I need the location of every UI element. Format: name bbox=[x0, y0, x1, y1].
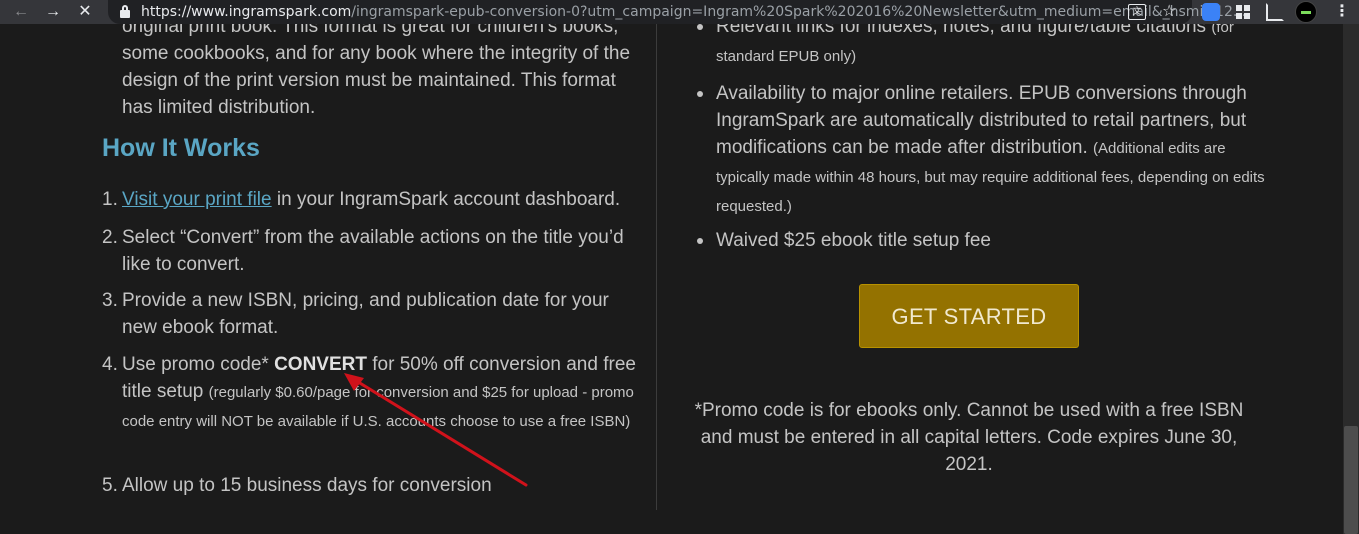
crop-icon[interactable] bbox=[1266, 3, 1284, 21]
apps-grid-icon[interactable] bbox=[1234, 3, 1252, 21]
bullet-icon bbox=[697, 238, 703, 244]
menu-icon[interactable]: ⋮ bbox=[1334, 2, 1350, 22]
annotation-arrow bbox=[344, 373, 528, 487]
address-bar[interactable]: https://www.ingramspark.com/ingramspark-… bbox=[108, 0, 1246, 24]
translate-icon[interactable]: 文 bbox=[1128, 4, 1146, 20]
left-column: original print book. This format is grea… bbox=[0, 24, 656, 534]
lock-icon[interactable] bbox=[120, 5, 130, 18]
section-heading: How It Works bbox=[102, 134, 260, 162]
page-content: original print book. This format is grea… bbox=[0, 24, 1343, 534]
get-started-button[interactable]: GET STARTED bbox=[859, 284, 1079, 348]
list-item: 2. Select “Convert” from the available a… bbox=[102, 224, 642, 278]
list-item: Relevant links for indexes, notes, and f… bbox=[697, 24, 1276, 71]
list-item: 1. Visit your print file in your IngramS… bbox=[102, 186, 642, 213]
list-item: Waived $25 ebook title setup fee bbox=[697, 227, 1276, 254]
forward-icon[interactable]: → bbox=[44, 3, 62, 21]
step-text: Use promo code* bbox=[122, 354, 275, 375]
bullet-text: Waived $25 ebook title setup fee bbox=[716, 230, 991, 251]
list-number: 3. bbox=[102, 290, 118, 311]
url-text[interactable]: https://www.ingramspark.com/ingramspark-… bbox=[141, 3, 1246, 21]
list-item: Availability to major online retailers. … bbox=[697, 80, 1276, 221]
list-number: 1. bbox=[102, 189, 118, 210]
format-description: original print book. This format is grea… bbox=[122, 24, 631, 118]
step-text: Select “Convert” from the available acti… bbox=[122, 227, 624, 275]
right-column: Relevant links for indexes, notes, and f… bbox=[657, 24, 1343, 534]
avatar[interactable] bbox=[1295, 1, 1317, 23]
list-number: 4. bbox=[102, 354, 118, 375]
list-number: 5. bbox=[102, 475, 118, 496]
list-item: 3. Provide a new ISBN, pricing, and publ… bbox=[102, 287, 642, 341]
scrollbar-thumb[interactable] bbox=[1344, 426, 1358, 534]
bullet-icon bbox=[697, 91, 703, 97]
promo-disclaimer: *Promo code is for ebooks only. Cannot b… bbox=[694, 400, 1244, 475]
star-icon[interactable]: ☆ bbox=[1162, 3, 1176, 21]
bullet-icon bbox=[697, 24, 703, 30]
step-text: Provide a new ISBN, pricing, and publica… bbox=[122, 290, 609, 338]
stop-icon[interactable]: ✕ bbox=[76, 3, 94, 21]
step-text: in your IngramSpark account dashboard. bbox=[271, 189, 621, 210]
visit-print-file-link[interactable]: Visit your print file bbox=[122, 189, 272, 210]
list-number: 2. bbox=[102, 227, 118, 248]
browser-toolbar: ← → ✕ https://www.ingramspark.com/ingram… bbox=[0, 0, 1359, 24]
bullet-text: Relevant links for indexes, notes, and f… bbox=[716, 24, 1212, 37]
back-icon[interactable]: ← bbox=[12, 3, 30, 21]
extension-icon[interactable] bbox=[1202, 3, 1220, 21]
scrollbar[interactable] bbox=[1343, 24, 1359, 534]
